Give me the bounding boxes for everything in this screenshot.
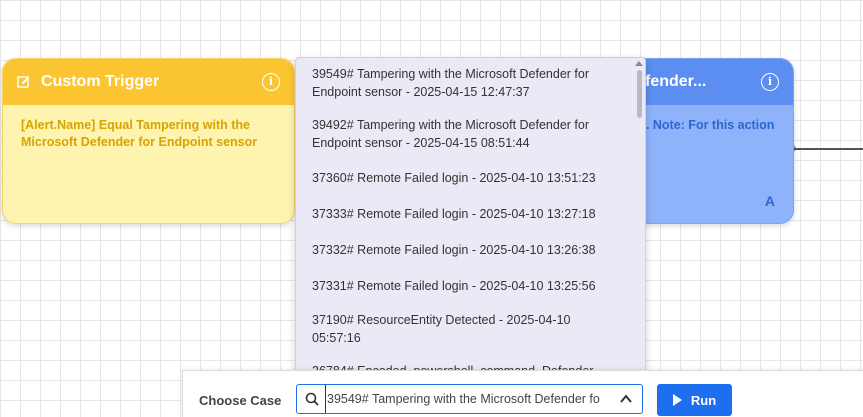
edit-icon <box>17 76 30 88</box>
action-badge: A <box>764 193 775 209</box>
connection-edge <box>794 148 863 150</box>
trigger-node-title: Custom Trigger <box>41 73 160 90</box>
dropdown-option[interactable]: 39492# Tampering with the Microsoft Defe… <box>296 109 645 160</box>
case-dropdown-list[interactable]: 39549# Tampering with the Microsoft Defe… <box>295 57 646 383</box>
dropdown-option[interactable]: 37360# Remote Failed login - 2025-04-10 … <box>296 160 645 196</box>
case-search-input[interactable]: 39549# Tampering with the Microsoft Defe… <box>325 385 615 413</box>
trigger-node-description: [Alert.Name] Equal Tampering with the Mi… <box>21 118 258 149</box>
choose-case-label: Choose Case <box>199 393 282 408</box>
run-button[interactable]: Run <box>657 384 732 416</box>
info-icon[interactable]: i <box>761 73 779 91</box>
trigger-node-header: Custom Trigger i <box>3 59 294 105</box>
dropdown-option[interactable]: 37331# Remote Failed login - 2025-04-10 … <box>296 268 645 304</box>
dropdown-option[interactable]: 39549# Tampering with the Microsoft Defe… <box>296 58 645 109</box>
choose-case-bar: Choose Case 39549# Tampering with the Mi… <box>182 370 863 417</box>
dropdown-option[interactable]: 37190# ResourceEntity Detected - 2025-04… <box>296 304 645 355</box>
play-icon <box>672 394 682 406</box>
custom-trigger-node[interactable]: Custom Trigger i [Alert.Name] Equal Tamp… <box>2 58 295 224</box>
dropdown-option[interactable]: 37332# Remote Failed login - 2025-04-10 … <box>296 232 645 268</box>
dropdown-option[interactable]: 37333# Remote Failed login - 2025-04-10 … <box>296 196 645 232</box>
scrollbar-thumb[interactable] <box>637 70 642 118</box>
case-select[interactable]: 39549# Tampering with the Microsoft Defe… <box>296 384 643 414</box>
scroll-up-arrow-icon[interactable] <box>635 61 643 66</box>
run-button-label: Run <box>690 392 717 408</box>
info-icon[interactable]: i <box>262 73 280 91</box>
chevron-up-icon[interactable] <box>619 393 633 405</box>
search-icon <box>305 392 319 406</box>
